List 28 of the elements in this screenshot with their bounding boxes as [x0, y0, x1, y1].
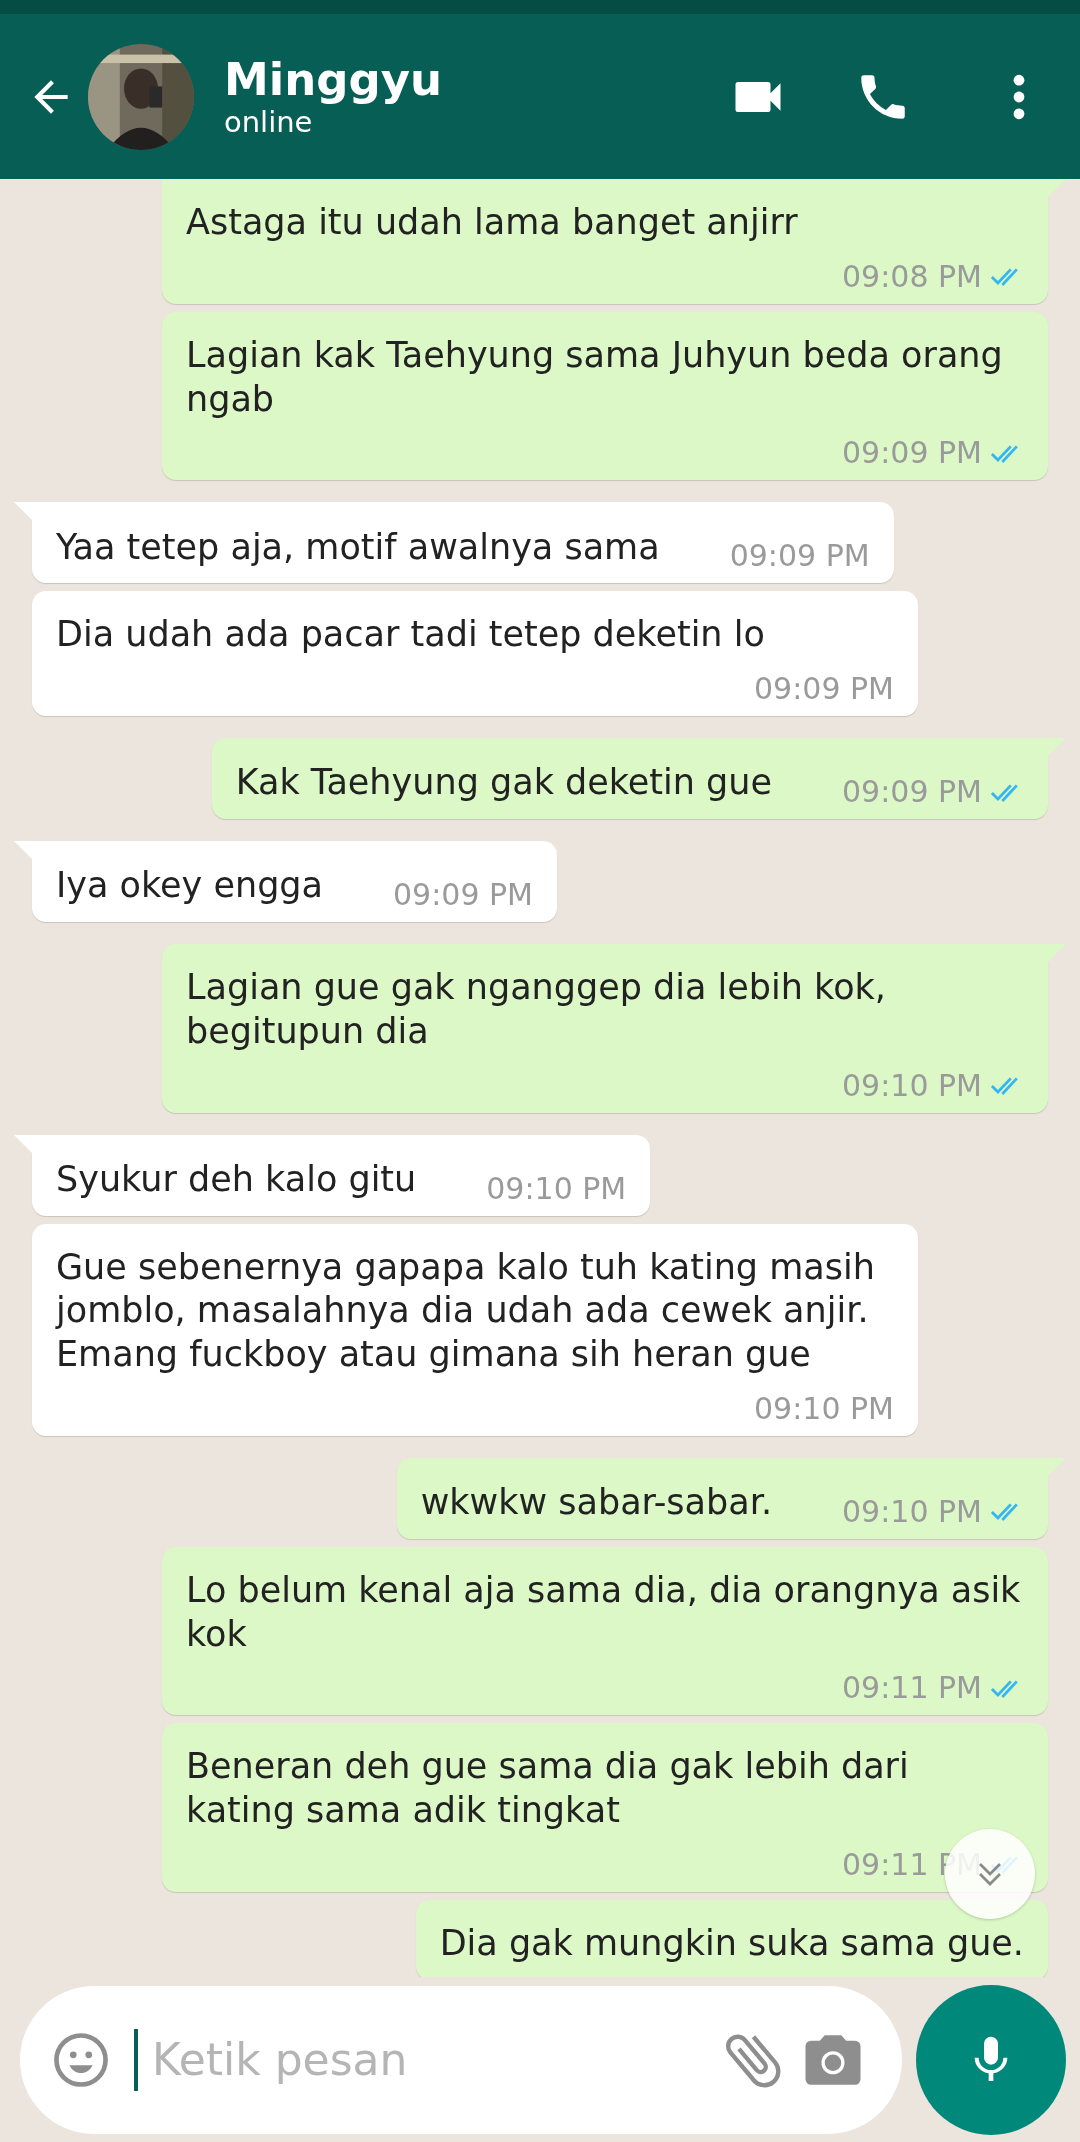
message-text: Lo belum kenal aja sama dia, dia orangnya asik kok [186, 1568, 1022, 1656]
message-text: Lagian kak Taehyung sama Juhyun beda orang ngab [186, 333, 1004, 421]
message-text: Dia gak mungkin suka sama gue. [439, 1921, 1024, 1965]
message-text: Iya okey engga [56, 864, 323, 908]
message-text: Kak Taehyung gak deketin gue [235, 761, 773, 805]
message-time: 09:10 PM [486, 1170, 627, 1206]
more-options-icon[interactable] [1012, 72, 1026, 121]
message-time: 09:10 PM [754, 1390, 894, 1426]
contact-status: online [224, 105, 314, 140]
message-time: 09:08 PM [842, 258, 982, 294]
message-text: Lagian gue gak nganggep dia lebih kok, begitupun dia [186, 966, 887, 1053]
message-text: wkwkw sabar-sabar. [420, 1481, 773, 1524]
message-time: 09:10 PM [842, 1067, 982, 1103]
message-text: Syukur deh kalo gitu [56, 1157, 417, 1201]
message-text: Yaa tetep aja, motif awalnya sama [56, 525, 660, 569]
message-time: 09:09 PM [842, 774, 982, 809]
message-time: 09:10 PM [842, 1493, 982, 1529]
message-time: 09:09 PM [754, 671, 894, 706]
message-text: Gue sebenernya gapapa kalo tuh kating masih jomblo, masalahnya dia udah ada cewek anjir. Emang fuckboy atau gimana sih heran gue [56, 1245, 876, 1376]
contact-name: Minggyu [224, 53, 444, 106]
message-text: Dia udah ada pacar tadi tetep deketin lo [56, 613, 765, 657]
message-text: Beneran deh gue sama dia gak lebih dari kating sama adik tingkat [186, 1745, 910, 1832]
message-time: 09:09 PM [729, 538, 870, 574]
message-time: 09:09 PM [842, 435, 982, 471]
message-input-field[interactable]: Ketik pesan [150, 2033, 706, 2086]
message-text: Astaga itu udah lama banget anjirr [186, 201, 798, 244]
message-time: 09:11 PM [842, 1670, 982, 1706]
message-time: 09:09 PM [393, 877, 533, 912]
